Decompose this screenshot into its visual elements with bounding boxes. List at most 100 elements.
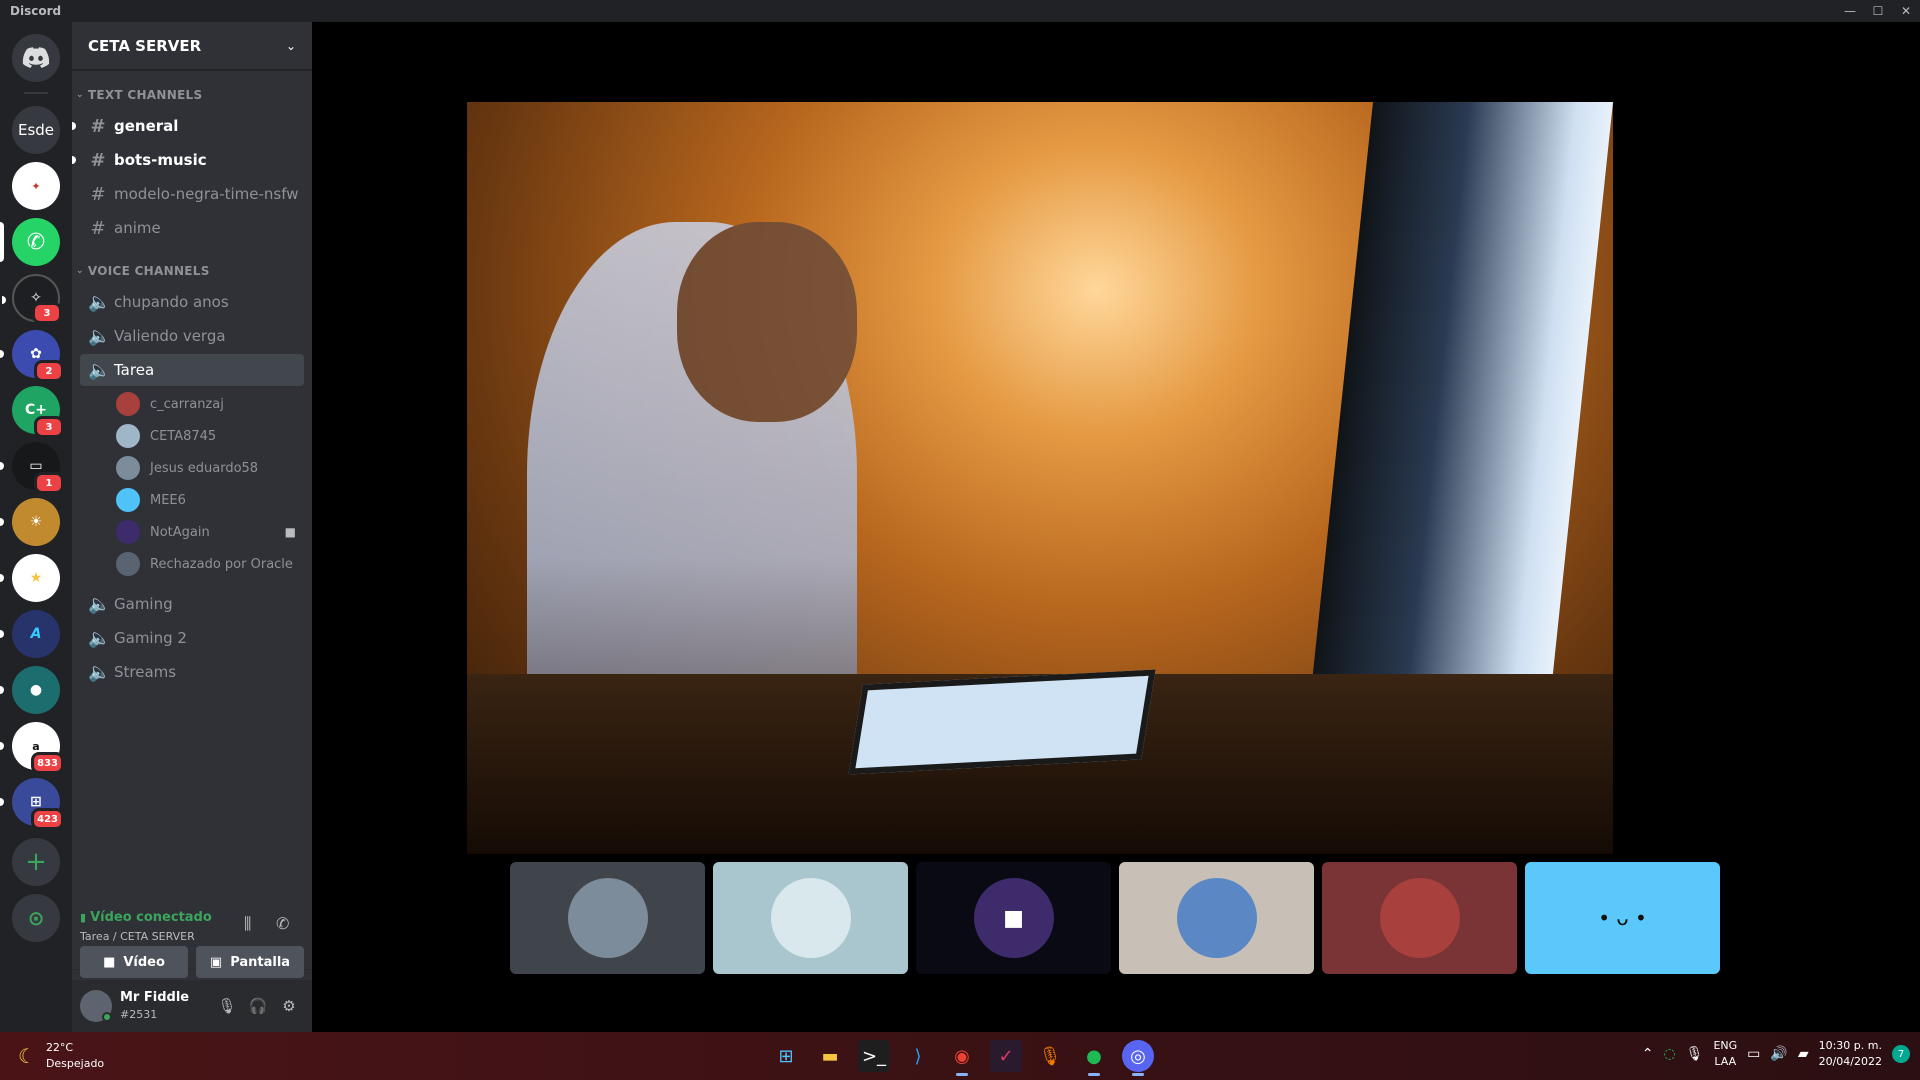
screen-share-icon: ▣ — [209, 954, 223, 970]
discord-icon[interactable]: ◎ — [1122, 1040, 1154, 1076]
server-amazon[interactable]: a 833 — [0, 722, 64, 774]
server-10-icon: ● — [29, 682, 43, 698]
disconnect-icon[interactable]: ✆ — [276, 914, 289, 933]
server-rail: Esde ✦ ✆ ✧ 3 ✿ 2 C+ 3 ▭ 1 ☀ ★ A ● a 833 … — [0, 22, 72, 1032]
microphone-app-icon[interactable]: 🎙 — [1034, 1040, 1066, 1072]
app-icon[interactable]: ✓ — [990, 1040, 1022, 1072]
start-icon[interactable]: ⊞ — [770, 1040, 802, 1072]
maximize-button[interactable]: ☐ — [1864, 0, 1892, 22]
voice-status[interactable]: ▮ Vídeo conectado — [80, 910, 212, 925]
volume-icon[interactable]: 🔊 — [1770, 1046, 1787, 1062]
explore-servers-button[interactable]: ⊙ — [12, 894, 60, 942]
channel-label: modelo-negra-time-nsfw — [114, 185, 299, 203]
voice-user-name: MEE6 — [150, 492, 186, 508]
hashtag-icon: # — [90, 149, 106, 171]
microphone-icon[interactable]: 🎙 — [1686, 1046, 1704, 1062]
file-explorer-icon[interactable]: ▬ — [814, 1040, 846, 1072]
battery-icon[interactable]: ▰ — [1798, 1046, 1809, 1062]
channel-general[interactable]: # general — [72, 110, 304, 142]
participant-tile[interactable] — [1119, 862, 1314, 974]
avatar — [770, 878, 851, 958]
voice-user[interactable]: Jesus eduardo58 — [116, 452, 304, 484]
unread-indicator — [0, 798, 4, 806]
screen-share-button[interactable]: ▣ Pantalla — [196, 946, 304, 978]
channel-sidebar: CETA SERVER ⌄ ⌄ TEXT CHANNELS # general … — [72, 22, 312, 1032]
tray-app-icon[interactable]: ◌ — [1663, 1046, 1675, 1062]
voice-user-name: Jesus eduardo58 — [150, 460, 259, 476]
focused-video-stream[interactable] — [467, 102, 1613, 854]
server-folder[interactable]: ⊞ 423 — [0, 778, 64, 830]
noise-suppression-icon[interactable]: ⫼ — [244, 914, 251, 934]
voice-user[interactable]: Rechazado por Oracle — [116, 548, 304, 580]
voice-channel-gaming[interactable]: 🔈 Gaming — [80, 588, 304, 620]
spotify-icon[interactable]: ● — [1078, 1040, 1110, 1076]
voice-channel-gaming-2[interactable]: 🔈 Gaming 2 — [80, 622, 304, 654]
server-8[interactable]: ★ — [0, 554, 60, 602]
channel-anime[interactable]: # anime — [80, 212, 304, 244]
microphone-icon[interactable]: 🎙 — [215, 994, 239, 1018]
language-indicator[interactable]: ENG LAA — [1713, 1038, 1737, 1070]
close-button[interactable]: ✕ — [1892, 0, 1920, 22]
vscode-icon[interactable]: ⟩ — [902, 1040, 934, 1072]
server-esde[interactable]: Esde — [12, 106, 60, 154]
participant-tile[interactable] — [713, 862, 908, 974]
participant-tile[interactable]: • ᴗ • — [1525, 862, 1720, 974]
unread-indicator — [0, 518, 4, 526]
category-text-channels[interactable]: ⌄ TEXT CHANNELS — [76, 88, 202, 102]
weather-widget[interactable]: ☾ 22°C Despejado — [18, 1040, 104, 1072]
speaker-icon: 🔈 — [88, 325, 111, 347]
voice-user[interactable]: NotAgain ■ — [116, 516, 304, 548]
plus-icon: + — [25, 847, 47, 877]
server-9[interactable]: A — [0, 610, 60, 658]
chevron-up-icon[interactable]: ⌃ — [1642, 1046, 1654, 1062]
server-whatsapp[interactable]: ✆ — [0, 218, 60, 266]
server-6[interactable]: ▭ 1 — [0, 442, 64, 494]
participant-tile[interactable] — [1322, 862, 1517, 974]
add-server-button[interactable]: + — [12, 838, 60, 886]
headphones-icon[interactable]: 🎧 — [246, 994, 270, 1018]
avatar — [1176, 878, 1257, 958]
terminal-icon[interactable]: >_ — [858, 1040, 890, 1072]
chevron-down-icon: ⌄ — [76, 90, 84, 100]
server-5[interactable]: C+ 3 — [12, 386, 64, 438]
channel-bots-music[interactable]: # bots-music — [72, 144, 304, 176]
unread-indicator — [0, 686, 4, 694]
avatar — [116, 552, 140, 576]
channel-label: bots-music — [114, 151, 207, 169]
video-button[interactable]: ■ Vídeo — [80, 946, 188, 978]
voice-user[interactable]: CETA8745 — [116, 420, 304, 452]
mention-badge: 2 — [34, 360, 64, 382]
server-teleton[interactable]: ✦ — [12, 162, 60, 210]
server-10[interactable]: ● — [0, 666, 60, 714]
server-header[interactable]: CETA SERVER ⌄ — [72, 22, 312, 70]
network-icon[interactable]: ▭ — [1747, 1046, 1760, 1062]
server-4[interactable]: ✿ 2 — [0, 330, 64, 382]
voice-user[interactable]: c_carranzaj — [116, 388, 304, 420]
server-7[interactable]: ☀ — [0, 498, 60, 546]
clock[interactable]: 10:30 p. m. 20/04/2022 — [1819, 1038, 1882, 1070]
home-button[interactable] — [12, 34, 60, 82]
voice-location[interactable]: Tarea / CETA SERVER — [80, 930, 195, 943]
category-voice-channels[interactable]: ⌄ VOICE CHANNELS — [76, 264, 210, 278]
unread-indicator — [0, 742, 4, 750]
weather-desc: Despejado — [45, 1057, 105, 1070]
voice-user[interactable]: MEE6 — [116, 484, 304, 516]
voice-channel-streams[interactable]: 🔈 Streams — [80, 656, 304, 688]
voice-channel-tarea[interactable]: 🔈 Tarea — [80, 354, 304, 386]
speaker-icon: 🔈 — [88, 359, 111, 381]
voice-channel-valiendo-verga[interactable]: 🔈 Valiendo verga — [80, 320, 304, 352]
gear-icon[interactable]: ⚙ — [277, 994, 301, 1018]
notification-badge[interactable]: 7 — [1892, 1045, 1910, 1063]
participant-tile[interactable]: ■ — [916, 862, 1111, 974]
server-9-icon: A — [30, 626, 42, 642]
channel-label: Gaming 2 — [114, 629, 187, 647]
channel-modelo-negra-time-nsfw[interactable]: # modelo-negra-time-nsfw — [80, 178, 304, 210]
server-3[interactable]: ✧ 3 — [2, 274, 62, 324]
voice-channel-chupando-anos[interactable]: 🔈 chupando anos — [80, 286, 304, 318]
minimize-button[interactable]: — — [1836, 0, 1864, 22]
chrome-icon[interactable]: ◉ — [946, 1040, 978, 1076]
voice-connection-panel: ▮ Vídeo conectado Tarea / CETA SERVER ⫼ … — [72, 898, 312, 978]
mention-badge: 3 — [34, 416, 64, 438]
username[interactable]: Mr Fiddle — [120, 990, 189, 1005]
participant-tile[interactable] — [510, 862, 705, 974]
